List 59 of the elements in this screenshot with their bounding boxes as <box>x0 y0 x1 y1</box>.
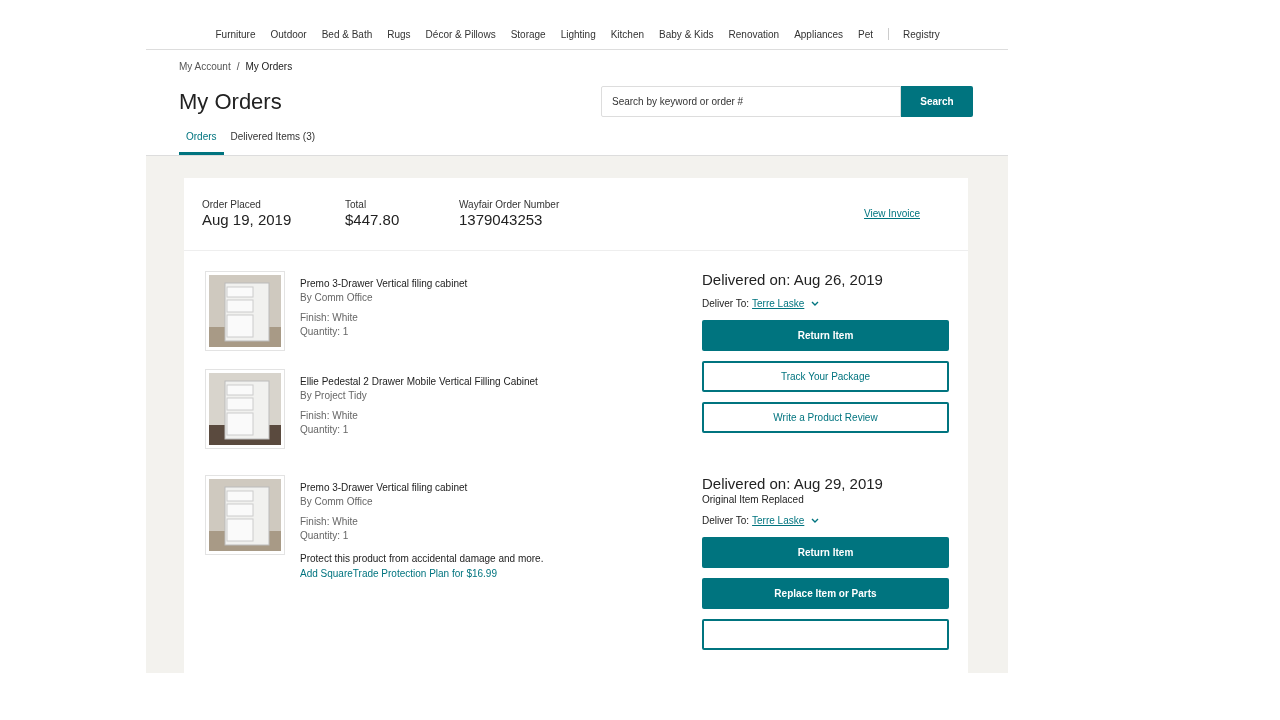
action-button[interactable]: Track Your Package <box>702 361 949 392</box>
product-finish: Finish: White <box>300 312 359 323</box>
action-button[interactable]: Replace Item or Parts <box>702 578 949 609</box>
summary-value: 1379043253 <box>459 211 544 228</box>
nav-link[interactable]: Décor & Pillows <box>418 28 504 40</box>
action-button[interactable]: Return Item <box>702 537 949 568</box>
view-invoice-link[interactable]: View Invoice <box>864 208 920 219</box>
chevron-down-icon[interactable] <box>811 518 820 523</box>
recipient-link[interactable]: Terre Laske <box>752 515 805 526</box>
action-button[interactable]: Write a Product Review <box>702 402 949 433</box>
chevron-down-icon[interactable] <box>811 301 820 306</box>
nav-link[interactable]: Kitchen <box>603 28 652 40</box>
nav-link[interactable]: Pet <box>850 28 881 40</box>
nav-link[interactable]: Baby & Kids <box>651 28 722 40</box>
product-name[interactable]: Premo 3-Drawer Vertical filing cabinet <box>300 278 468 289</box>
delivery-status: Delivered on: Aug 29, 2019 <box>702 475 884 492</box>
delivery-status: Delivered on: Aug 26, 2019 <box>702 271 884 288</box>
breadcrumb-current: My Orders <box>245 61 293 72</box>
recipient-link[interactable]: Terre Laske <box>752 298 805 309</box>
breadcrumb-link[interactable]: My Account <box>179 61 231 72</box>
action-button[interactable] <box>702 619 949 650</box>
nav-link[interactable]: Outdoor <box>263 28 315 40</box>
product-name[interactable]: Ellie Pedestal 2 Drawer Mobile Vertical Filling Cabinet <box>300 376 538 387</box>
tab[interactable]: Delivered Items (3) <box>223 131 323 155</box>
summary-value: Aug 19, 2019 <box>202 211 293 228</box>
product-brand: By Comm Office <box>300 292 374 303</box>
page-title: My Orders <box>179 88 282 115</box>
delivery-note: Original Item Replaced <box>702 494 805 505</box>
summary-label: Order Placed <box>202 199 262 210</box>
breadcrumb-separator: / <box>236 61 240 72</box>
nav-link[interactable]: Rugs <box>379 28 419 40</box>
product-name[interactable]: Premo 3-Drawer Vertical filing cabinet <box>300 482 544 493</box>
nav-link[interactable]: Renovation <box>721 28 787 40</box>
summary-value: $447.80 <box>345 211 401 228</box>
action-button[interactable]: Return Item <box>702 320 949 351</box>
product-finish: Finish: White <box>300 516 359 527</box>
nav-link[interactable]: Storage <box>503 28 554 40</box>
nav-link[interactable]: Lighting <box>553 28 604 40</box>
product-quantity: Quantity: 1 <box>300 326 350 337</box>
protection-text: Protect this product from accidental damage and more. <box>300 553 544 564</box>
product-quantity: Quantity: 1 <box>300 424 350 435</box>
cabinet-photo <box>209 373 281 445</box>
cabinet-photo <box>209 479 281 551</box>
nav-link[interactable]: Registry <box>895 28 948 40</box>
summary-label: Total <box>345 199 368 210</box>
summary-label: Wayfair Order Number <box>459 199 560 210</box>
protection-plan-link[interactable]: Add SquareTrade Protection Plan for $16.99 <box>300 568 544 579</box>
search-field[interactable]: Search by keyword or order # <box>601 86 901 117</box>
product-finish: Finish: White <box>300 410 359 421</box>
product-quantity: Quantity: 1 <box>300 530 350 541</box>
product-brand: By Comm Office <box>300 496 374 507</box>
nav-link[interactable]: Appliances <box>786 28 851 40</box>
deliver-to-label: Deliver To: <box>702 298 750 309</box>
search-button[interactable]: Search <box>901 86 973 117</box>
cabinet-photo <box>209 275 281 347</box>
nav-link[interactable]: Bed & Bath <box>314 28 380 40</box>
deliver-to-label: Deliver To: <box>702 515 750 526</box>
nav-link[interactable]: Furniture <box>208 28 263 40</box>
product-brand: By Project Tidy <box>300 390 368 401</box>
